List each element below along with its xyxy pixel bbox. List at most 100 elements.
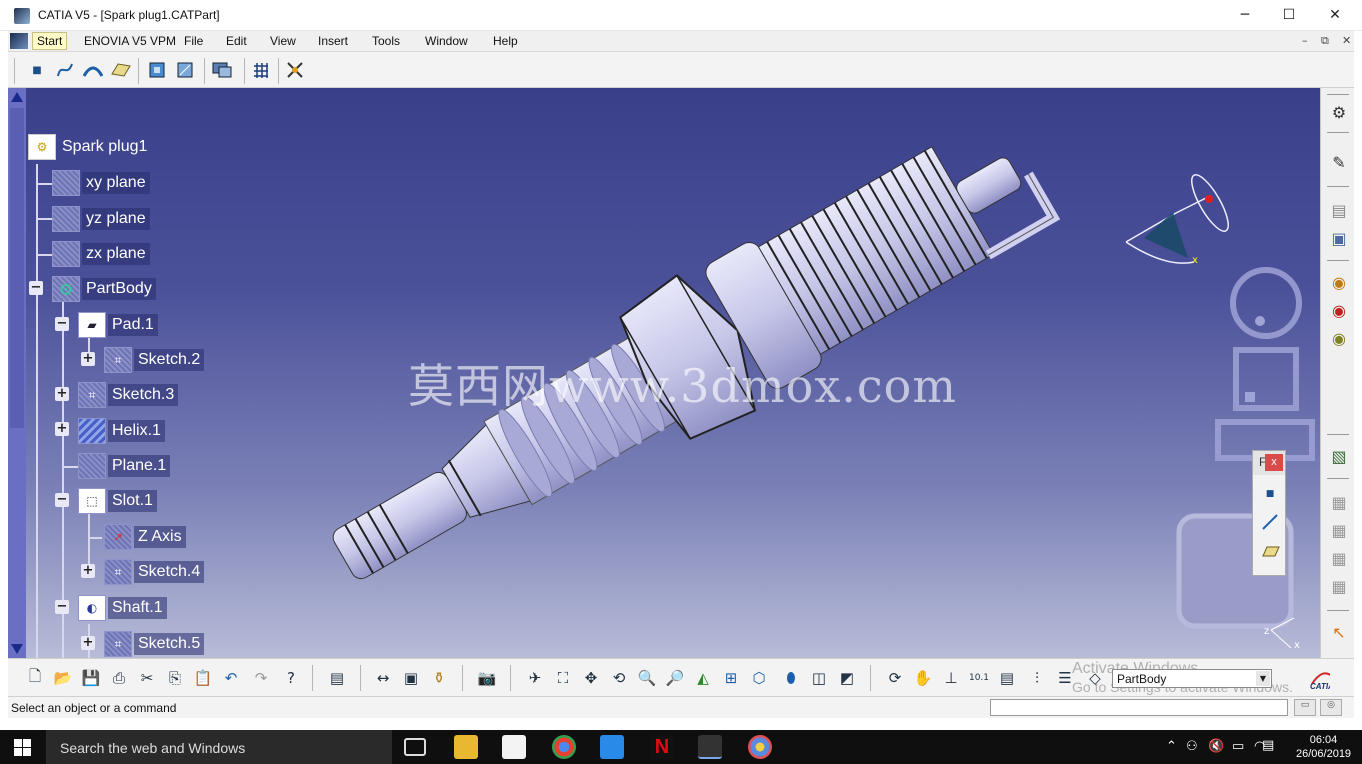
battery-icon[interactable]: ▭ [1232, 739, 1244, 754]
tree-item-sketch-5[interactable]: ⌗ Sketch.5 [104, 631, 205, 657]
multi-view-icon[interactable]: ⊞ [720, 667, 742, 689]
dimension-icon[interactable]: 10.1 [968, 667, 990, 689]
collapse-shaft-icon[interactable]: − [55, 600, 69, 614]
whats-this-icon[interactable]: ? [280, 667, 302, 689]
menu-tools[interactable]: Tools [368, 33, 404, 49]
tree-item-yz-plane[interactable]: yz plane [52, 206, 150, 232]
update-icon[interactable]: ⟳ [884, 667, 906, 689]
spline-icon[interactable] [54, 59, 76, 81]
task-view-icon[interactable] [404, 738, 426, 756]
fly-mode-icon[interactable]: ✈ [524, 667, 546, 689]
pan-icon[interactable]: ✥ [580, 667, 602, 689]
feature-icon-1[interactable]: ◉ [1328, 272, 1350, 294]
point-icon[interactable]: ■ [1261, 489, 1279, 507]
floating-toolbar-close-button[interactable]: x [1265, 454, 1283, 471]
gray-tool-icon-2[interactable]: ▦ [1328, 520, 1350, 542]
command-input[interactable] [990, 699, 1288, 716]
tree-item-sketch-2[interactable]: ⌗ Sketch.2 [104, 347, 205, 373]
open-icon[interactable]: 📂 [52, 667, 74, 689]
expand-sketch4-icon[interactable]: + [81, 564, 95, 578]
sync-app-icon[interactable] [600, 735, 624, 759]
menu-insert[interactable]: Insert [314, 33, 352, 49]
feature-icon-3[interactable]: ◉ [1328, 328, 1350, 350]
doc-close-button[interactable]: ✕ [1342, 34, 1351, 47]
tools-icon[interactable] [284, 59, 306, 81]
point-icon[interactable]: ■ [26, 59, 48, 81]
netflix-icon[interactable]: N [650, 735, 674, 759]
tray-chevron-up-icon[interactable]: ⌃ [1166, 739, 1177, 754]
sketcher-part-icon[interactable] [174, 59, 196, 81]
stack-icon[interactable]: ▤ [1328, 200, 1350, 222]
tree-item-partbody[interactable]: ⚙ PartBody [52, 276, 156, 302]
catia-taskbar-icon[interactable] [698, 735, 722, 759]
iso-view-icon[interactable]: ⬡ [748, 667, 770, 689]
scroll-up-arrow-icon[interactable] [11, 92, 23, 102]
surface-icon[interactable] [82, 59, 104, 81]
chrome-icon[interactable] [552, 735, 576, 759]
notifications-icon[interactable]: ▤ [1262, 738, 1274, 753]
tree-root[interactable]: ⚙ Spark plug1 [28, 134, 151, 160]
tree-item-sketch-4[interactable]: ⌗ Sketch.4 [104, 559, 205, 585]
layers-icon[interactable]: ▤ [996, 667, 1018, 689]
copy-icon[interactable]: ⎘ [164, 667, 186, 689]
close-button[interactable]: ✕ [1312, 4, 1358, 26]
doc-restore-button[interactable]: ⧉ [1321, 34, 1329, 48]
tree-item-zx-plane[interactable]: zx plane [52, 241, 150, 267]
zoom-out-icon[interactable]: 🔎 [664, 667, 686, 689]
shading-icon[interactable]: ⬮ [780, 667, 802, 689]
measure-item-icon[interactable]: ▣ [400, 667, 422, 689]
redo-icon[interactable]: ↷ [250, 667, 272, 689]
constraints-icon[interactable]: ⫶ [1026, 667, 1048, 689]
paint-icon[interactable] [748, 735, 772, 759]
current-body-select[interactable]: PartBody ▼ [1112, 669, 1272, 688]
scroll-down-arrow-icon[interactable] [11, 644, 23, 654]
select-cursor-icon[interactable]: ↖ [1328, 622, 1350, 644]
collapse-partbody-icon[interactable]: − [29, 281, 43, 295]
gray-tool-icon-3[interactable]: ▦ [1328, 548, 1350, 570]
grid-icon[interactable] [250, 59, 272, 81]
new-icon[interactable]: 🗋 [24, 667, 46, 689]
plane-tool-icon[interactable] [110, 59, 132, 81]
tree-item-xy-plane[interactable]: xy plane [52, 170, 150, 196]
line-icon[interactable] [1261, 513, 1279, 531]
menu-start[interactable]: Start [32, 32, 68, 50]
menu-window[interactable]: Window [421, 33, 472, 49]
taskbar-search-box[interactable]: Search the web and Windows [46, 730, 392, 764]
expand-helix-icon[interactable]: + [55, 422, 69, 436]
paste-icon[interactable]: 📋 [192, 667, 214, 689]
mass-icon[interactable]: ⚱ [428, 667, 450, 689]
capture-camera-icon[interactable]: 📷 [476, 667, 498, 689]
catia-menu-icon[interactable] [10, 33, 28, 49]
measure-between-icon[interactable]: ↔ [372, 667, 394, 689]
menu-view[interactable]: View [266, 33, 300, 49]
command-enter-icon[interactable]: ▭ [1294, 699, 1316, 716]
menu-help[interactable]: Help [489, 33, 522, 49]
chevron-down-icon[interactable]: ▼ [1256, 671, 1270, 686]
collapse-pad-icon[interactable]: − [55, 317, 69, 331]
scroll-thumb[interactable] [10, 108, 24, 428]
tree-item-slot-1[interactable]: ⬚ Slot.1 [78, 488, 157, 514]
floating-toolbar-header[interactable]: F x [1253, 451, 1285, 475]
volume-muted-icon[interactable]: 🔇 [1208, 739, 1224, 754]
cut-icon[interactable]: ✂ [136, 667, 158, 689]
doc-minimize-button[interactable]: – [1302, 34, 1308, 47]
gear-icon[interactable]: ⚙ [1328, 102, 1350, 124]
hide-show-icon[interactable]: ◫ [808, 667, 830, 689]
measure-icon[interactable]: ▧ [1328, 446, 1350, 468]
swap-space-icon[interactable]: ◩ [836, 667, 858, 689]
3d-viewport[interactable]: x z x ⚙ Spark plug1 xy plane yz plane zx… [26, 88, 1320, 658]
tree-item-shaft-1[interactable]: ◐ Shaft.1 [78, 595, 167, 621]
expand-sketch5-icon[interactable]: + [81, 636, 95, 650]
tree-item-plane-1[interactable]: Plane.1 [78, 453, 171, 479]
windows-start-icon[interactable] [14, 739, 32, 756]
fit-all-icon[interactable]: ⛶ [552, 667, 574, 689]
tree-scrollbar[interactable] [8, 88, 26, 658]
people-icon[interactable]: ⚇ [1186, 739, 1198, 754]
catalog-icon[interactable]: ▤ [326, 667, 348, 689]
menu-file[interactable]: File [180, 33, 207, 49]
expand-sketch3-icon[interactable]: + [55, 387, 69, 401]
menu-enovia[interactable]: ENOVIA V5 VPM [80, 33, 180, 49]
save-icon[interactable]: 💾 [80, 667, 102, 689]
assembly-icon[interactable] [210, 58, 232, 80]
tree-item-z-axis[interactable]: ↗ Z Axis [104, 524, 186, 550]
